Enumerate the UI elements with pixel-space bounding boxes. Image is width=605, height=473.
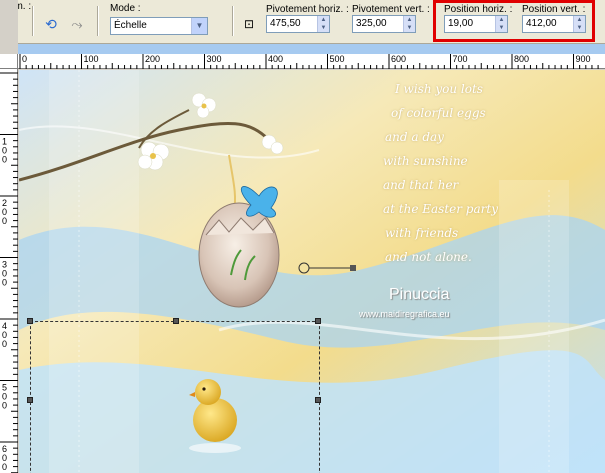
vertical-ruler: 100200300400500600	[0, 54, 18, 473]
resize-handle[interactable]	[27, 397, 33, 403]
ruler-label: 600	[391, 54, 406, 64]
app-window: aram. : ➤ ⟲ ⤳ Mode : Échelle ▼ ⊡ Pivotem…	[0, 0, 605, 473]
ruler-label: 0	[2, 216, 7, 226]
spin-arrow-icon[interactable]: ▲ ▼	[403, 16, 415, 32]
ruler-label: 0	[22, 54, 27, 64]
pivot-h-label: Pivotement horiz. :	[266, 4, 349, 15]
horizontal-ruler: 0 100 200 300 400 500 600 700 800 900	[18, 54, 605, 69]
ruler-label: 0	[2, 401, 7, 411]
ruler-label: 500	[330, 54, 345, 64]
ruler-ticks: 100200300400500600	[0, 72, 18, 473]
left-toolbar-strip	[0, 0, 18, 54]
poem-line: and a day	[385, 130, 444, 144]
ruler-label: 400	[268, 54, 283, 64]
pivot-h-value: 475,50	[270, 18, 301, 29]
poem-line: and that her	[383, 178, 459, 192]
ruler-label: 800	[514, 54, 529, 64]
tool-options-toolbar: aram. : ➤ ⟲ ⤳ Mode : Échelle ▼ ⊡ Pivotem…	[0, 0, 605, 44]
ruler-label: 200	[145, 54, 160, 64]
ruler-label: 0	[2, 155, 7, 165]
pivot-v-value: 325,00	[356, 18, 387, 29]
ruler-ticks: 0 100 200 300 400 500 600 700 800 900	[19, 54, 599, 69]
mode-label: Mode :	[110, 3, 141, 14]
selection-box[interactable]	[27, 318, 321, 473]
poem-line: with friends	[385, 226, 459, 240]
pivot-h-input[interactable]: 475,50 ▲ ▼	[266, 15, 330, 33]
toolbar-separator	[32, 6, 34, 36]
poem-line: with sunshine	[383, 154, 468, 168]
pivot-v-label: Pivotement vert. :	[352, 4, 430, 15]
poem-line: at the Easter party	[383, 202, 498, 216]
poem-line: and not alone.	[385, 250, 472, 264]
pivot-v-input[interactable]: 325,00 ▲ ▼	[352, 15, 416, 33]
ruler-label: 700	[453, 54, 468, 64]
mode-select[interactable]: Échelle ▼	[110, 17, 208, 35]
resize-handle[interactable]	[315, 318, 321, 324]
ruler-label: 0	[2, 278, 7, 288]
redo-icon[interactable]: ⤳	[66, 13, 88, 35]
poem-line: I wish you lots	[395, 82, 483, 96]
spin-arrow-icon[interactable]: ▲ ▼	[317, 16, 329, 32]
dropdown-icon[interactable]: ▼	[191, 18, 207, 34]
signature-url: www.maidiregrafica.eu	[359, 309, 450, 319]
pivot-icon[interactable]: ⊡	[238, 13, 260, 35]
highlight-frame	[433, 0, 595, 42]
ruler-label: 100	[84, 54, 99, 64]
ruler-corner	[0, 54, 18, 69]
resize-handle[interactable]	[173, 318, 179, 324]
image-canvas[interactable]: I wish you lots of colorful eggs and a d…	[19, 70, 605, 473]
ruler-label: 900	[576, 54, 591, 64]
toolbar-separator	[232, 6, 234, 36]
signature-name: Pinuccia	[389, 286, 450, 303]
document-title-bar	[18, 44, 605, 54]
ruler-label: 0	[2, 339, 7, 349]
ruler-label: 300	[207, 54, 222, 64]
poem-line: of colorful eggs	[391, 106, 486, 120]
toolbar-separator	[97, 6, 99, 36]
resize-handle[interactable]	[27, 318, 33, 324]
undo-icon[interactable]: ⟲	[40, 13, 62, 35]
ruler-label: 0	[2, 462, 7, 472]
mode-value: Échelle	[114, 20, 147, 31]
resize-handle[interactable]	[315, 397, 321, 403]
